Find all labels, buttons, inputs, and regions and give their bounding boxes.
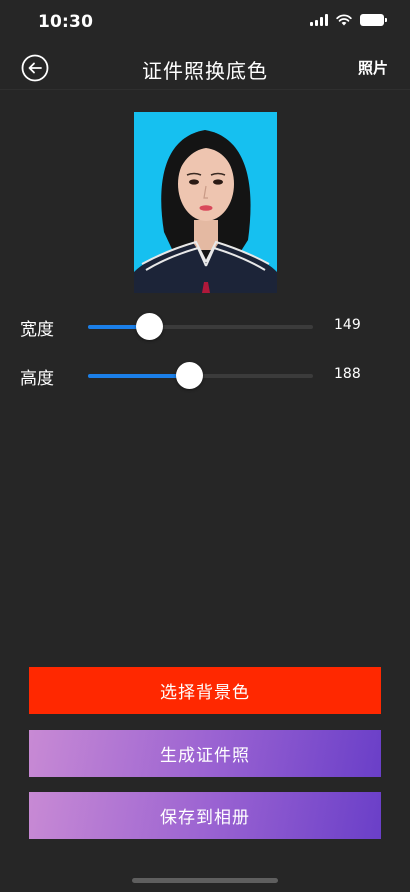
portrait-image — [134, 130, 277, 293]
width-slider-thumb[interactable] — [135, 313, 163, 340]
height-label: 高度 — [20, 369, 54, 389]
height-value: 188 — [334, 366, 361, 382]
height-slider-row: 高度 188 — [0, 361, 410, 391]
width-slider[interactable] — [88, 313, 313, 340]
width-label: 宽度 — [20, 320, 54, 340]
save-to-album-button[interactable]: 保存到相册 — [29, 792, 381, 839]
page-title: 证件照换底色 — [142, 59, 268, 83]
select-background-color-button[interactable]: 选择背景色 — [29, 667, 381, 714]
status-icons — [310, 14, 387, 26]
home-indicator — [132, 878, 278, 883]
width-value: 149 — [334, 317, 361, 333]
width-slider-row: 宽度 149 — [0, 312, 410, 342]
status-time: 10:30 — [38, 12, 94, 32]
wifi-icon — [336, 14, 352, 26]
generate-id-photo-button[interactable]: 生成证件照 — [29, 730, 381, 777]
id-photo-preview — [134, 112, 277, 293]
battery-icon — [360, 14, 387, 26]
height-slider[interactable] — [88, 362, 313, 389]
status-bar: 10:30 — [0, 0, 410, 46]
signal-icon — [310, 14, 328, 26]
height-slider-thumb[interactable] — [176, 362, 204, 389]
nav-bar: 证件照换底色 照片 — [0, 46, 410, 90]
photo-button[interactable]: 照片 — [358, 57, 388, 78]
height-slider-fill — [88, 374, 190, 378]
